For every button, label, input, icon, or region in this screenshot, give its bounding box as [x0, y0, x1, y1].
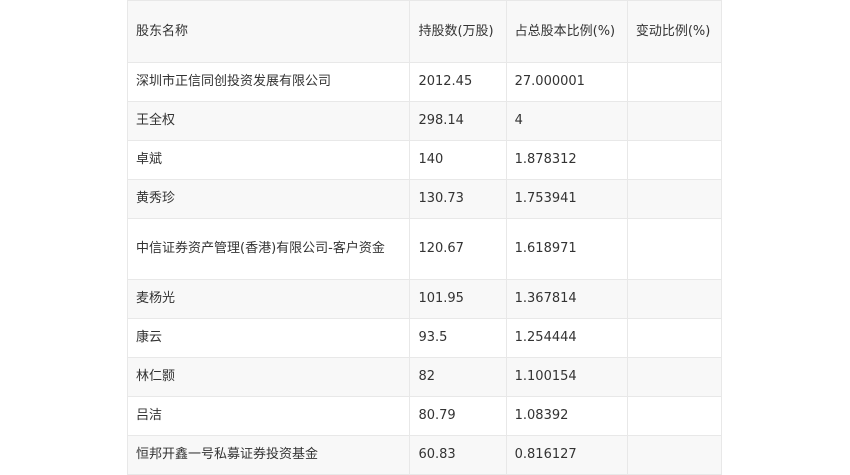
table-row: 麦杨光 101.95 1.367814	[126, 279, 723, 319]
cell-change	[626, 357, 723, 397]
table-row: 黄秀珍 130.73 1.753941	[126, 179, 723, 219]
table-row: 吕洁 80.79 1.08392	[126, 396, 723, 436]
cell-shares: 120.67	[409, 218, 507, 280]
cell-ratio: 1.618971	[505, 218, 628, 280]
cell-name: 麦杨光	[126, 279, 411, 319]
table-row: 林仁颢 82 1.100154	[126, 357, 723, 397]
table-row: 康云 93.5 1.254444	[126, 318, 723, 358]
cell-shares: 93.5	[409, 318, 507, 358]
header-ratio: 占总股本比例(%)	[505, 0, 628, 63]
cell-name: 吕洁	[126, 396, 411, 436]
header-row: 股东名称 持股数(万股) 占总股本比例(%) 变动比例(%)	[126, 0, 723, 63]
cell-ratio: 1.08392	[505, 396, 628, 436]
cell-name: 深圳市正信同创投资发展有限公司	[126, 62, 411, 102]
table-row: 深圳市正信同创投资发展有限公司 2012.45 27.000001	[126, 62, 723, 102]
cell-shares: 101.95	[409, 279, 507, 319]
cell-shares: 298.14	[409, 101, 507, 141]
cell-change	[626, 318, 723, 358]
table-body: 深圳市正信同创投资发展有限公司 2012.45 27.000001 王全权 29…	[126, 62, 723, 475]
cell-name: 黄秀珍	[126, 179, 411, 219]
cell-shares: 60.83	[409, 435, 507, 475]
cell-change	[626, 396, 723, 436]
shareholder-table-container: 股东名称 持股数(万股) 占总股本比例(%) 变动比例(%) 深圳市正信同创投资…	[126, 0, 723, 475]
cell-ratio: 1.100154	[505, 357, 628, 397]
header-change: 变动比例(%)	[626, 0, 723, 63]
cell-name: 恒邦开鑫一号私募证券投资基金	[126, 435, 411, 475]
cell-name: 卓斌	[126, 140, 411, 180]
table-row: 中信证券资产管理(香港)有限公司-客户资金 120.67 1.618971	[126, 218, 723, 280]
cell-shares: 2012.45	[409, 62, 507, 102]
cell-name: 中信证券资产管理(香港)有限公司-客户资金	[126, 218, 411, 280]
cell-ratio: 0.816127	[505, 435, 628, 475]
cell-change	[626, 101, 723, 141]
header-shares: 持股数(万股)	[409, 0, 507, 63]
table-row: 卓斌 140 1.878312	[126, 140, 723, 180]
cell-ratio: 1.878312	[505, 140, 628, 180]
cell-name: 王全权	[126, 101, 411, 141]
cell-ratio: 1.753941	[505, 179, 628, 219]
cell-shares: 80.79	[409, 396, 507, 436]
cell-change	[626, 179, 723, 219]
table-header: 股东名称 持股数(万股) 占总股本比例(%) 变动比例(%)	[126, 0, 723, 63]
cell-shares: 140	[409, 140, 507, 180]
cell-ratio: 27.000001	[505, 62, 628, 102]
cell-shares: 130.73	[409, 179, 507, 219]
cell-ratio: 1.367814	[505, 279, 628, 319]
cell-shares: 82	[409, 357, 507, 397]
cell-ratio: 1.254444	[505, 318, 628, 358]
cell-change	[626, 62, 723, 102]
table-row: 恒邦开鑫一号私募证券投资基金 60.83 0.816127	[126, 435, 723, 475]
cell-name: 康云	[126, 318, 411, 358]
cell-change	[626, 435, 723, 475]
cell-change	[626, 279, 723, 319]
shareholder-table: 股东名称 持股数(万股) 占总股本比例(%) 变动比例(%) 深圳市正信同创投资…	[126, 0, 723, 475]
cell-name: 林仁颢	[126, 357, 411, 397]
table-row: 王全权 298.14 4	[126, 101, 723, 141]
cell-change	[626, 218, 723, 280]
header-shareholder-name: 股东名称	[126, 0, 411, 63]
cell-ratio: 4	[505, 101, 628, 141]
cell-change	[626, 140, 723, 180]
